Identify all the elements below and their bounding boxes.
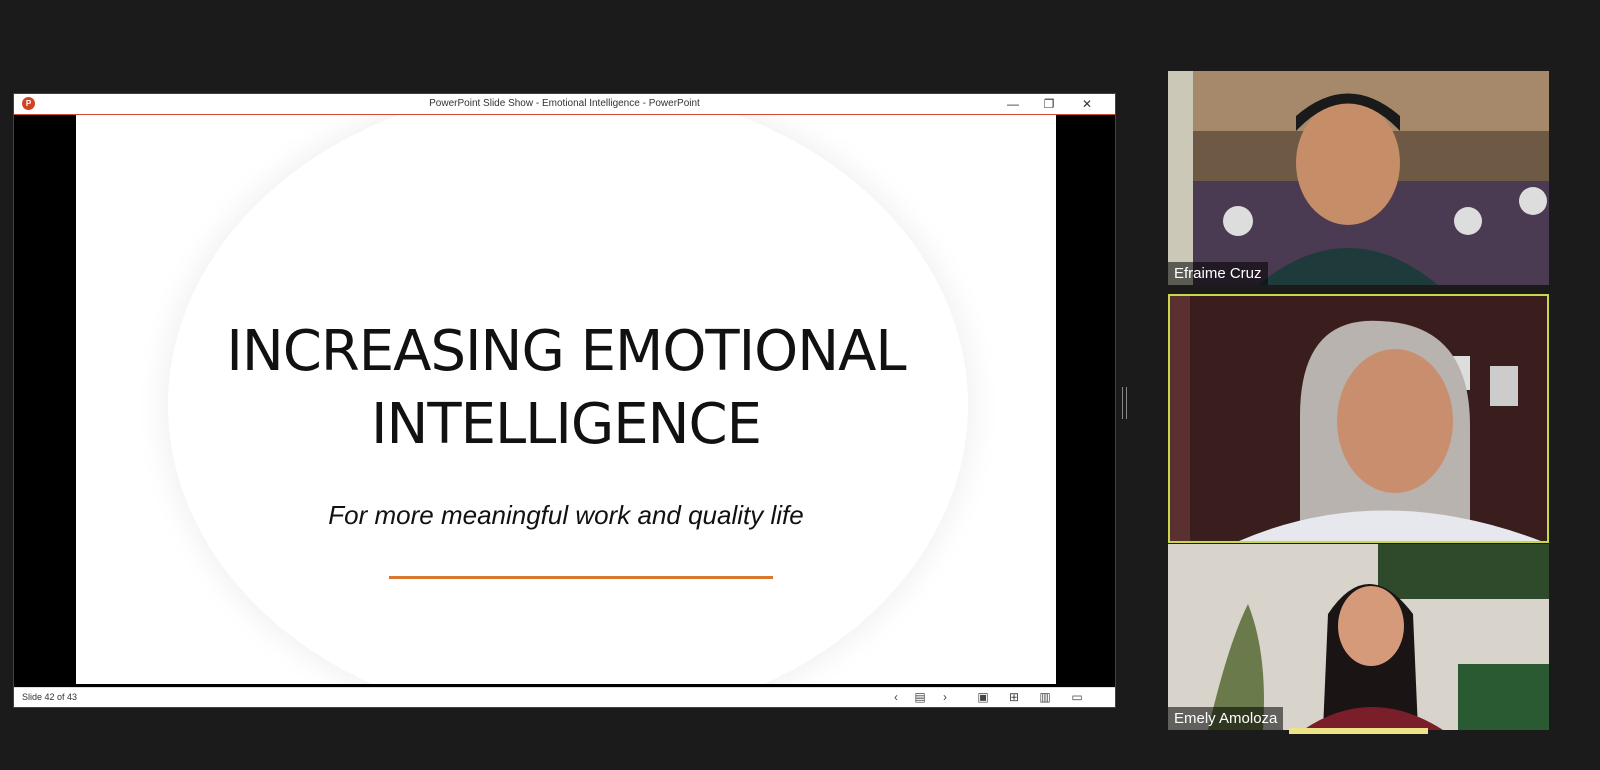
- participant-name-label: Emely Amoloza: [1168, 707, 1284, 730]
- close-button[interactable]: ✕: [1069, 94, 1105, 114]
- slide-canvas[interactable]: INCREASING EMOTIONAL INTELLIGENCE For mo…: [76, 115, 1056, 684]
- reading-view-icon[interactable]: ▥: [1036, 688, 1054, 707]
- previous-slide-icon[interactable]: ‹: [887, 688, 905, 707]
- next-slide-icon[interactable]: ›: [936, 688, 954, 707]
- speaking-indicator-bar: [1289, 728, 1428, 734]
- participant-video-tile[interactable]: Efraime Cruz: [1168, 71, 1549, 285]
- slideshow-view-icon[interactable]: ▭: [1068, 688, 1086, 707]
- slideshow-status-bar: Slide 42 of 43 ‹ ▤ › ▣ ⊞ ▥ ▭: [14, 687, 1115, 707]
- participant-video-feed: [1168, 544, 1549, 730]
- slide-counter: Slide 42 of 43: [22, 692, 78, 702]
- see-all-slides-icon[interactable]: ▤: [911, 688, 929, 707]
- normal-view-icon[interactable]: ▣: [974, 688, 992, 707]
- slide-sorter-icon[interactable]: ⊞: [1005, 688, 1023, 707]
- slide-subtitle: For more meaningful work and quality lif…: [328, 500, 804, 530]
- window-title: PowerPoint Slide Show - Emotional Intell…: [429, 98, 700, 109]
- restore-button[interactable]: ❐: [1031, 94, 1067, 114]
- participant-video-feed: [1168, 71, 1549, 285]
- participant-video-tile[interactable]: Emely Amoloza: [1168, 544, 1549, 730]
- ppt-titlebar: P PowerPoint Slide Show - Emotional Inte…: [14, 94, 1115, 115]
- slide-accent-rule: [389, 576, 773, 579]
- participant-video-tile-active-speaker[interactable]: [1168, 294, 1549, 543]
- participant-name-label: Efraime Cruz: [1168, 262, 1268, 285]
- minimize-button[interactable]: —: [995, 94, 1031, 114]
- participant-video-feed: [1170, 296, 1547, 541]
- shared-screen-window: P PowerPoint Slide Show - Emotional Inte…: [13, 93, 1116, 708]
- slide-title: INCREASING EMOTIONAL INTELLIGENCE: [226, 319, 906, 457]
- split-divider-handle[interactable]: [1122, 387, 1127, 419]
